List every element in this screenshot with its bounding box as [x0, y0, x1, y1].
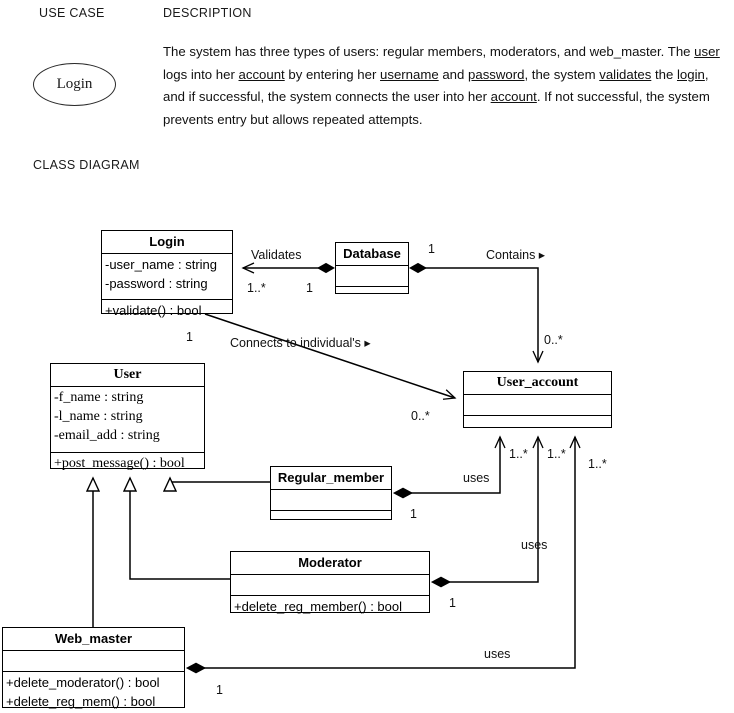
class-name-database: Database — [336, 243, 408, 266]
multiplicity-connects-user-account: 0..* — [411, 409, 430, 423]
edge-label-connects-to-individuals: Connects to individual's ▸ — [230, 336, 371, 350]
class-name-user: User — [51, 364, 204, 387]
class-attributes-web-master — [3, 651, 184, 672]
use-case-description-text: The system has three types of users: reg… — [163, 41, 729, 131]
class-operation: +delete_reg_member() : bool — [234, 599, 403, 614]
class-box-web-master[interactable]: Web_master +delete_moderator() : bool +d… — [2, 627, 185, 709]
class-attributes-login: -user_name : string -password : string — [102, 254, 232, 300]
class-operations-regular-member — [271, 511, 391, 519]
class-operations-login: +validate() : bool — [102, 300, 232, 322]
class-attributes-user-account — [464, 395, 611, 416]
multiplicity-validates-database: 1 — [306, 281, 313, 295]
class-attribute: -f_name : string — [54, 390, 144, 405]
class-attributes-database — [336, 266, 408, 287]
multiplicity-uses-moderator-target: 1..* — [547, 447, 566, 461]
class-box-user[interactable]: User -f_name : string -l_name : string -… — [50, 363, 205, 471]
description-term: login — [676, 66, 705, 82]
class-operations-user: +post_message() : bool — [51, 453, 204, 475]
edge-label-uses-regular-member: uses — [463, 471, 490, 485]
use-case-login-label: Login — [56, 76, 93, 92]
class-attributes-moderator — [231, 575, 429, 596]
multiplicity-contains-user-account: 0..* — [544, 333, 563, 347]
description-term: account — [238, 66, 285, 82]
use-case-login-ellipse: Login — [33, 63, 116, 106]
description-text: and — [438, 66, 469, 82]
use-case-column-header: USE CASE — [39, 6, 105, 20]
description-text: , the system — [524, 66, 600, 82]
class-box-database[interactable]: Database — [335, 242, 409, 294]
description-column-header: DESCRIPTION — [163, 6, 252, 20]
multiplicity-uses-moderator-source: 1 — [449, 596, 456, 610]
class-operation: +validate() : bool — [105, 303, 202, 318]
class-attribute: -user_name : string — [105, 257, 217, 272]
edge-label-contains: Contains ▸ — [486, 248, 546, 262]
multiplicity-connects-login: 1 — [186, 330, 193, 344]
class-attributes-user: -f_name : string -l_name : string -email… — [51, 387, 204, 453]
description-text: the — [651, 66, 677, 82]
class-name-web-master: Web_master — [3, 628, 184, 651]
description-term: validates — [599, 66, 652, 82]
class-box-login[interactable]: Login -user_name : string -password : st… — [101, 230, 233, 318]
class-operations-moderator: +delete_reg_member() : bool — [231, 596, 429, 618]
class-attribute: -l_name : string — [54, 409, 143, 424]
edge-label-validates: Validates — [251, 248, 302, 262]
class-name-moderator: Moderator — [231, 552, 429, 575]
class-operations-database — [336, 287, 408, 293]
class-box-moderator[interactable]: Moderator +delete_reg_member() : bool — [230, 551, 430, 614]
description-text: by entering her — [284, 66, 381, 82]
class-operations-web-master: +delete_moderator() : bool +delete_reg_m… — [3, 672, 184, 713]
description-term: password — [468, 66, 525, 82]
description-term: account — [490, 89, 537, 104]
multiplicity-uses-web-master-target: 1..* — [588, 457, 607, 471]
class-operation: +delete_moderator() : bool — [6, 675, 160, 690]
class-attribute: -email_add : string — [54, 428, 160, 443]
class-box-regular-member[interactable]: Regular_member — [270, 466, 392, 520]
multiplicity-validates-login: 1..* — [247, 281, 266, 295]
edge-label-uses-web-master: uses — [484, 647, 511, 661]
class-name-regular-member: Regular_member — [271, 467, 391, 490]
multiplicity-uses-web-master-source: 1 — [216, 683, 223, 697]
class-name-login: Login — [102, 231, 232, 254]
class-attributes-regular-member — [271, 490, 391, 511]
class-box-user-account[interactable]: User_account — [463, 371, 612, 428]
class-attribute: -password : string — [105, 276, 208, 291]
class-operation: +post_message() : bool — [54, 456, 185, 471]
class-operation: +delete_reg_mem() : bool — [6, 694, 156, 709]
description-term: username — [380, 66, 439, 82]
description-term: user — [694, 44, 720, 59]
description-text: The system has three types of users: reg… — [163, 44, 695, 59]
multiplicity-contains-database: 1 — [428, 242, 435, 256]
class-operations-user-account — [464, 416, 611, 427]
class-name-user-account: User_account — [464, 372, 611, 395]
multiplicity-uses-regular-member-source: 1 — [410, 507, 417, 521]
description-text: logs into her — [163, 66, 239, 82]
class-diagram-section-label: CLASS DIAGRAM — [33, 158, 140, 172]
multiplicity-uses-regular-member-target: 1..* — [509, 447, 528, 461]
edge-label-uses-moderator: uses — [521, 538, 548, 552]
